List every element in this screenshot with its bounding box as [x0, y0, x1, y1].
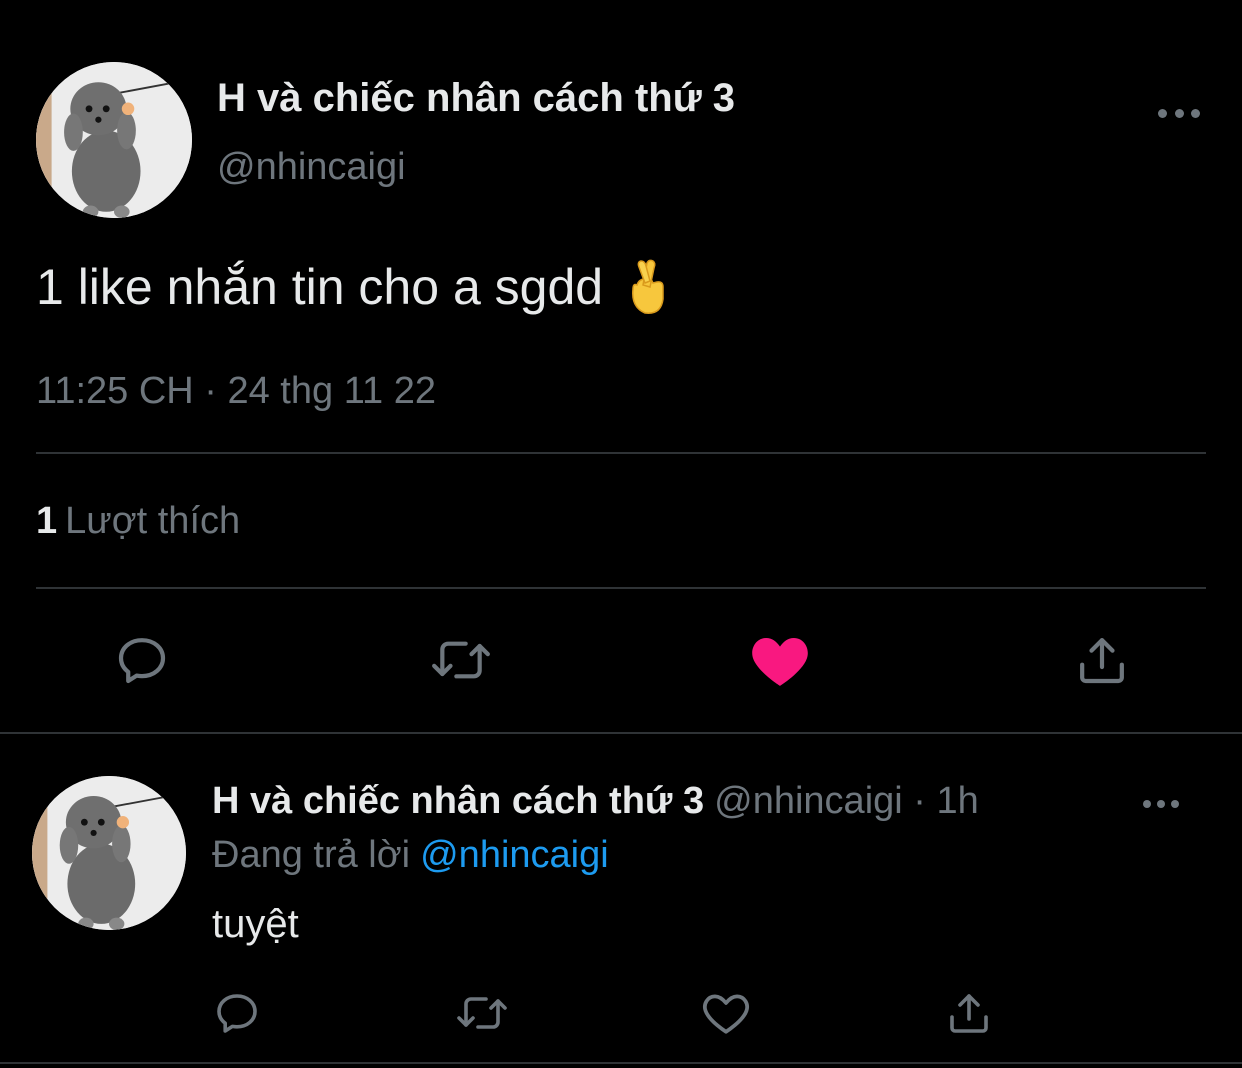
reply-header: H và chiếc nhân cách thứ 3 @nhincaigi · 1… — [212, 780, 979, 823]
reply-author-name[interactable]: H và chiếc nhân cách thứ 3 — [212, 780, 704, 822]
reply-reply-button[interactable] — [212, 988, 262, 1038]
replying-label: Đang trả lời — [212, 834, 411, 876]
reply-icon — [217, 994, 257, 1033]
tweet-timestamp[interactable]: 11:25 CH · 24 thg 11 22 — [36, 370, 436, 413]
retweet-button[interactable] — [426, 630, 496, 690]
tweet-text-content: 1 like nhắn tin cho a sgdd — [36, 259, 604, 315]
reply-button[interactable] — [112, 630, 172, 690]
likes-label: Lượt thích — [65, 500, 241, 542]
avatar[interactable] — [36, 62, 192, 218]
avatar[interactable] — [32, 776, 186, 930]
replying-to: Đang trả lời @nhincaigi — [212, 834, 609, 877]
divider — [0, 732, 1242, 734]
crossed-fingers-emoji-icon — [623, 259, 669, 315]
divider — [36, 587, 1206, 589]
avatar-dog-image — [36, 62, 192, 218]
reply-like-button[interactable] — [700, 988, 752, 1038]
reply-share-button[interactable] — [944, 988, 994, 1038]
author-handle[interactable]: @nhincaigi — [217, 146, 406, 189]
retweet-icon — [457, 997, 507, 1029]
divider — [0, 1062, 1242, 1064]
reply-text: tuyệt — [212, 902, 299, 946]
heart-icon — [752, 638, 808, 686]
share-icon — [950, 994, 988, 1033]
divider — [36, 452, 1206, 454]
tweet-text: 1 like nhắn tin cho a sgdd — [36, 258, 669, 316]
more-options-icon[interactable] — [1158, 106, 1200, 120]
likes-count: 1 — [36, 500, 58, 542]
heart-icon — [703, 994, 749, 1034]
author-name[interactable]: H và chiếc nhân cách thứ 3 — [217, 76, 735, 121]
likes-summary[interactable]: 1 Lượt thích — [36, 500, 240, 543]
like-button[interactable] — [748, 630, 812, 690]
reply-more-options-icon[interactable] — [1143, 797, 1179, 811]
retweet-icon — [432, 641, 490, 679]
share-icon — [1080, 638, 1124, 684]
reply-retweet-button[interactable] — [452, 988, 512, 1038]
avatar-dog-image — [32, 776, 186, 930]
mention-link[interactable]: @nhincaigi — [420, 834, 609, 876]
share-button[interactable] — [1072, 630, 1132, 690]
reply-icon — [118, 638, 166, 684]
reply-meta[interactable]: @nhincaigi · 1h — [714, 780, 979, 822]
